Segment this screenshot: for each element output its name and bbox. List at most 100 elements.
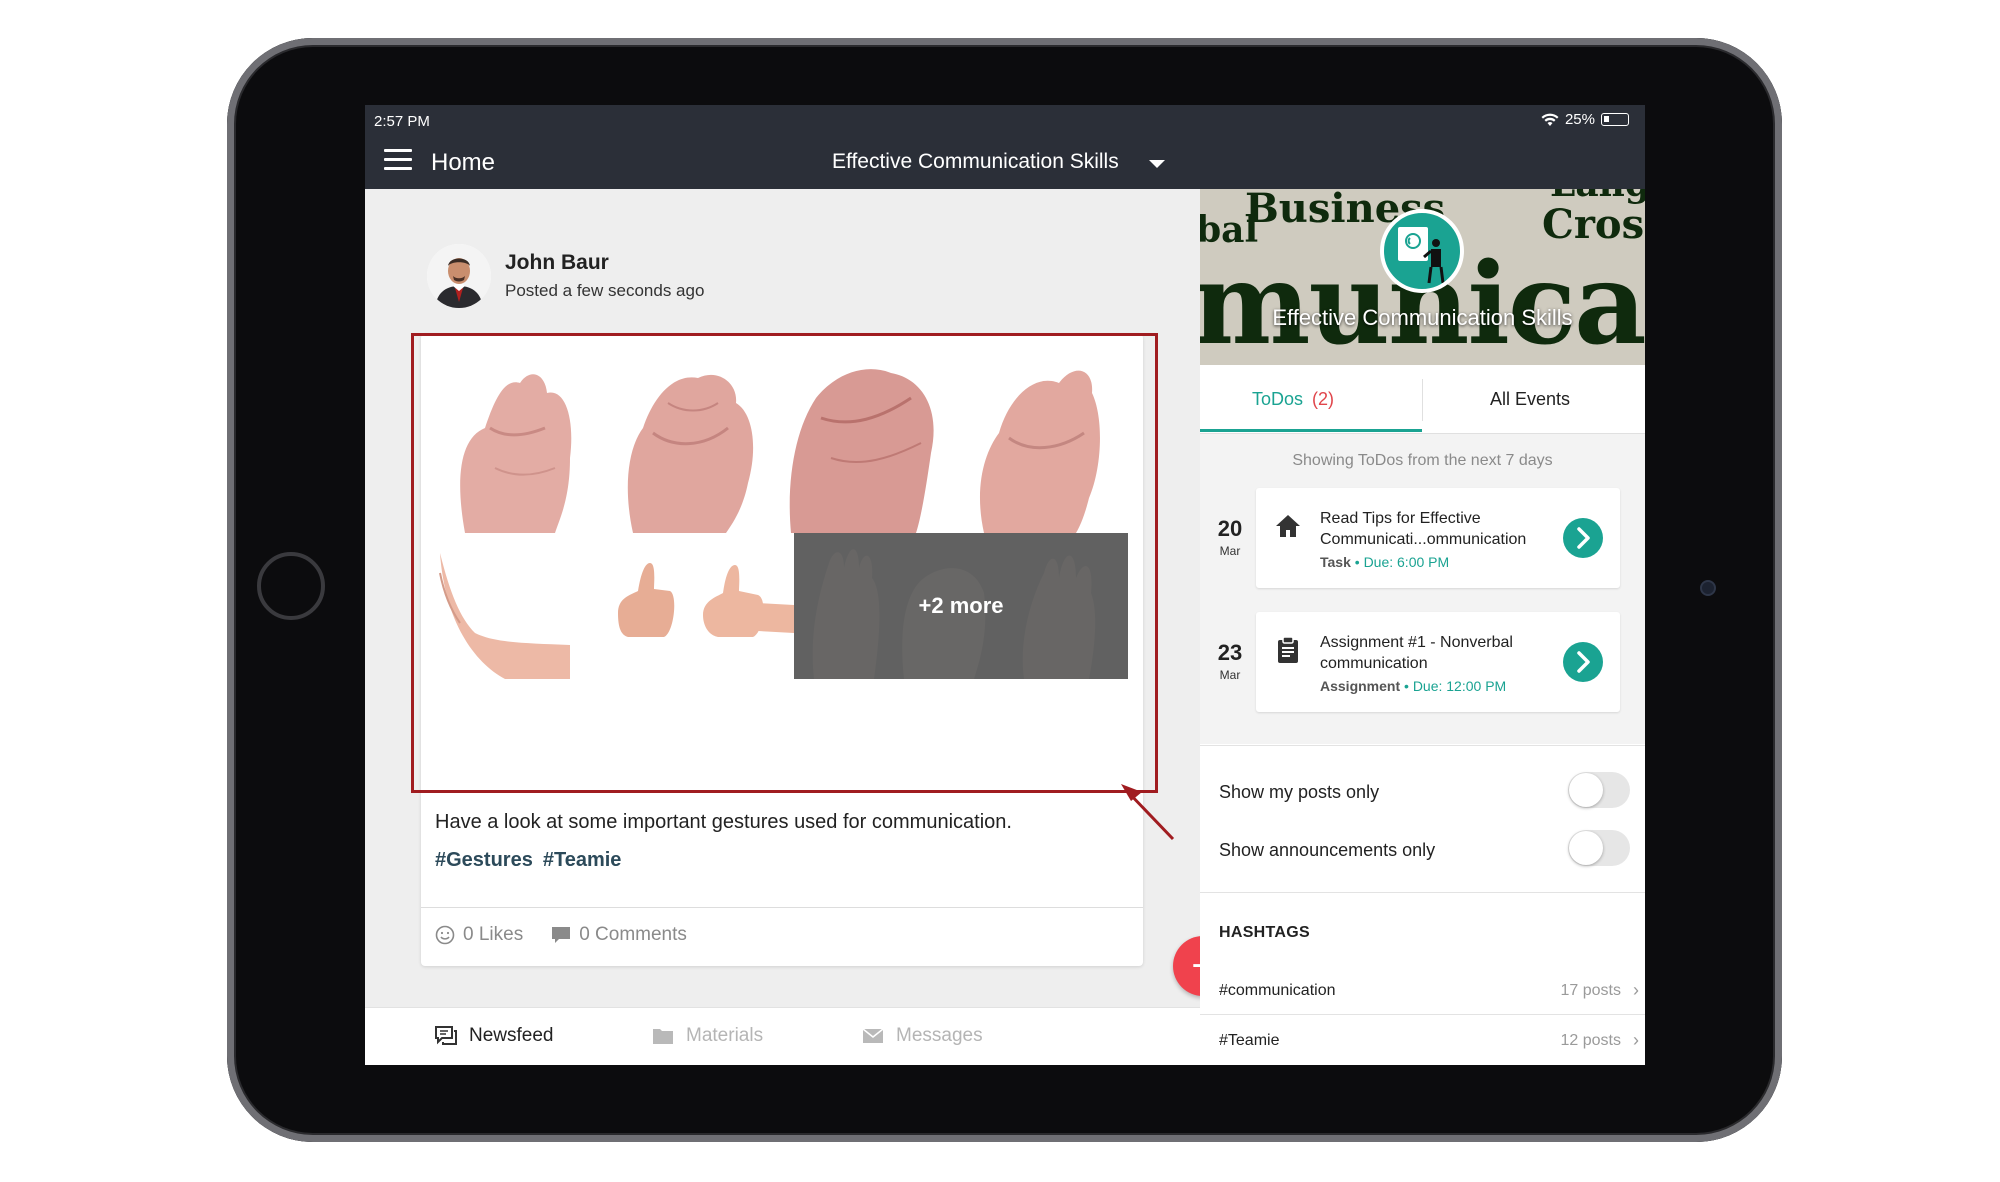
like-button[interactable]: 0 Likes: [435, 924, 523, 946]
status-time: 2:57 PM: [374, 113, 430, 130]
todo-day: 23: [1217, 640, 1243, 665]
post-author[interactable]: John Baur: [505, 251, 704, 275]
post-body: Have a look at some important gestures u…: [435, 811, 1012, 833]
hashtag-post-count: 17 posts: [1560, 982, 1621, 999]
battery-percent: 25%: [1564, 111, 1595, 128]
more-images-tile[interactable]: +2 more: [794, 533, 1128, 679]
hand-gesture-image: [608, 358, 781, 533]
tab-label: Materials: [686, 1025, 764, 1046]
course-side-panel: Business Cross bal municat Langu Effecti…: [1200, 189, 1645, 1065]
folder-icon: [653, 1029, 673, 1044]
todo-date: 23 Mar: [1215, 640, 1245, 682]
feed-filters: Show my posts only Show announcements on…: [1200, 745, 1645, 893]
newsfeed: John Baur Posted a few seconds ago +2 mo…: [365, 189, 1200, 1007]
open-todo-button[interactable]: [1563, 642, 1603, 682]
comment-button[interactable]: 0 Comments: [551, 924, 687, 946]
post-actions: 0 Likes 0 Comments: [435, 924, 687, 946]
gallery-image[interactable]: [608, 533, 794, 679]
app-screen: 2:57 PM 25% Home Effective Communication…: [365, 105, 1645, 1065]
device-home-button[interactable]: [257, 552, 325, 620]
tab-todos-label: ToDos: [1252, 389, 1304, 409]
hashtag-post-count: 12 posts: [1560, 1032, 1621, 1049]
todo-due: Due: 12:00 PM: [1412, 678, 1507, 694]
smiley-icon: [435, 925, 455, 945]
todo-kind: Task: [1320, 554, 1351, 570]
gallery-image[interactable]: [608, 358, 781, 533]
gallery-image[interactable]: [435, 358, 608, 533]
todo-list: Showing ToDos from the next 7 days 20 Ma…: [1200, 434, 1645, 744]
post-header: John Baur Posted a few seconds ago: [427, 244, 704, 308]
gallery-image[interactable]: [781, 358, 954, 533]
divider: [421, 907, 1143, 908]
course-selector[interactable]: Effective Communication Skills: [832, 150, 1165, 174]
tab-messages[interactable]: Messages: [862, 1025, 983, 1047]
post-timestamp: Posted a few seconds ago: [505, 281, 705, 300]
post-card: +2 more Have a look at some important ge…: [421, 334, 1143, 966]
side-panel-tabs: ToDos (2) All Events: [1200, 365, 1645, 434]
todo-range-note: Showing ToDos from the next 7 days: [1292, 452, 1553, 469]
todos-count-badge: (2): [1312, 389, 1335, 409]
clipboard-icon: [1278, 636, 1298, 663]
wifi-icon: [1541, 113, 1559, 126]
course-logo: [1380, 209, 1464, 293]
chevron-right-icon: ›: [1633, 980, 1639, 1000]
post-author-block: John Baur Posted a few seconds ago: [505, 251, 704, 301]
announcements-toggle[interactable]: [1568, 830, 1630, 866]
hand-gesture-image: [435, 533, 608, 679]
battery-icon: [1601, 113, 1629, 126]
menu-icon[interactable]: [384, 149, 412, 171]
page-title: Home: [431, 149, 496, 176]
hashtag-link[interactable]: #Gestures: [435, 849, 533, 872]
todo-item: 20 Mar Read Tips for Effective Communica…: [1200, 484, 1645, 588]
todo-card[interactable]: Assignment #1 - Nonverbal communication …: [1256, 612, 1620, 712]
more-images-label[interactable]: +2 more: [794, 533, 1128, 679]
hashtag-item[interactable]: #Teamie 12 posts ›: [1219, 1024, 1639, 1064]
comment-icon: [552, 927, 571, 943]
banner-word: Langu: [1550, 189, 1645, 205]
todo-month: Mar: [1219, 668, 1241, 682]
tab-all-events[interactable]: All Events: [1430, 389, 1630, 410]
hashtag-item[interactable]: #communication 17 posts ›: [1219, 974, 1639, 1014]
todo-title: Read Tips for Effective Communicati...om…: [1320, 510, 1527, 548]
newsfeed-icon: [435, 1026, 457, 1045]
course-banner: Business Cross bal municat Langu Effecti…: [1200, 189, 1645, 365]
device-camera: [1700, 580, 1716, 596]
post-hashtags: #Gestures #Teamie: [435, 849, 621, 872]
tab-todos[interactable]: ToDos (2): [1252, 389, 1334, 410]
my-posts-toggle[interactable]: [1568, 772, 1630, 808]
toggle-label: Show my posts only: [1219, 782, 1380, 802]
chevron-right-icon: ›: [1633, 1030, 1639, 1050]
divider: [1422, 379, 1423, 421]
hashtag-name: #Teamie: [1219, 1032, 1280, 1049]
status-right: 25%: [1541, 111, 1629, 128]
app-bar: Home Effective Communication Skills: [365, 135, 1645, 189]
mail-icon: [862, 1028, 884, 1043]
course-banner-title: Effective Communication Skills: [1272, 305, 1573, 330]
gallery-image[interactable]: [435, 533, 608, 679]
toggle-label: Show announcements only: [1219, 840, 1436, 860]
status-bar: 2:57 PM 25%: [365, 105, 1645, 135]
divider: [1200, 1014, 1645, 1015]
bottom-tab-bar: Newsfeed Materials Messages: [365, 1007, 1200, 1065]
gallery-image[interactable]: [954, 358, 1128, 533]
hashtag-link[interactable]: #Teamie: [543, 849, 622, 872]
course-selector-label: Effective Communication Skills: [832, 150, 1119, 173]
tab-materials[interactable]: Materials: [652, 1025, 763, 1047]
hand-gesture-image: [781, 358, 954, 533]
avatar[interactable]: [427, 244, 491, 308]
chevron-right-icon: [1577, 651, 1590, 673]
presenter-icon: [1398, 227, 1445, 284]
likes-count: 0 Likes: [463, 924, 524, 945]
todo-day: 20: [1217, 516, 1243, 541]
todo-kind: Assignment: [1320, 678, 1401, 694]
open-todo-button[interactable]: [1563, 518, 1603, 558]
hashtag-name: #communication: [1219, 982, 1336, 999]
tab-newsfeed[interactable]: Newsfeed: [435, 1025, 554, 1047]
filter-my-posts: Show my posts only: [1219, 772, 1630, 812]
todo-due: Due: 6:00 PM: [1363, 554, 1450, 570]
todo-card[interactable]: Read Tips for Effective Communicati...om…: [1256, 488, 1620, 588]
tab-label: Newsfeed: [469, 1025, 554, 1046]
chevron-right-icon: [1577, 527, 1590, 549]
todo-month: Mar: [1219, 544, 1241, 558]
todo-meta: Task • Due: 6:00 PM: [1320, 554, 1450, 570]
